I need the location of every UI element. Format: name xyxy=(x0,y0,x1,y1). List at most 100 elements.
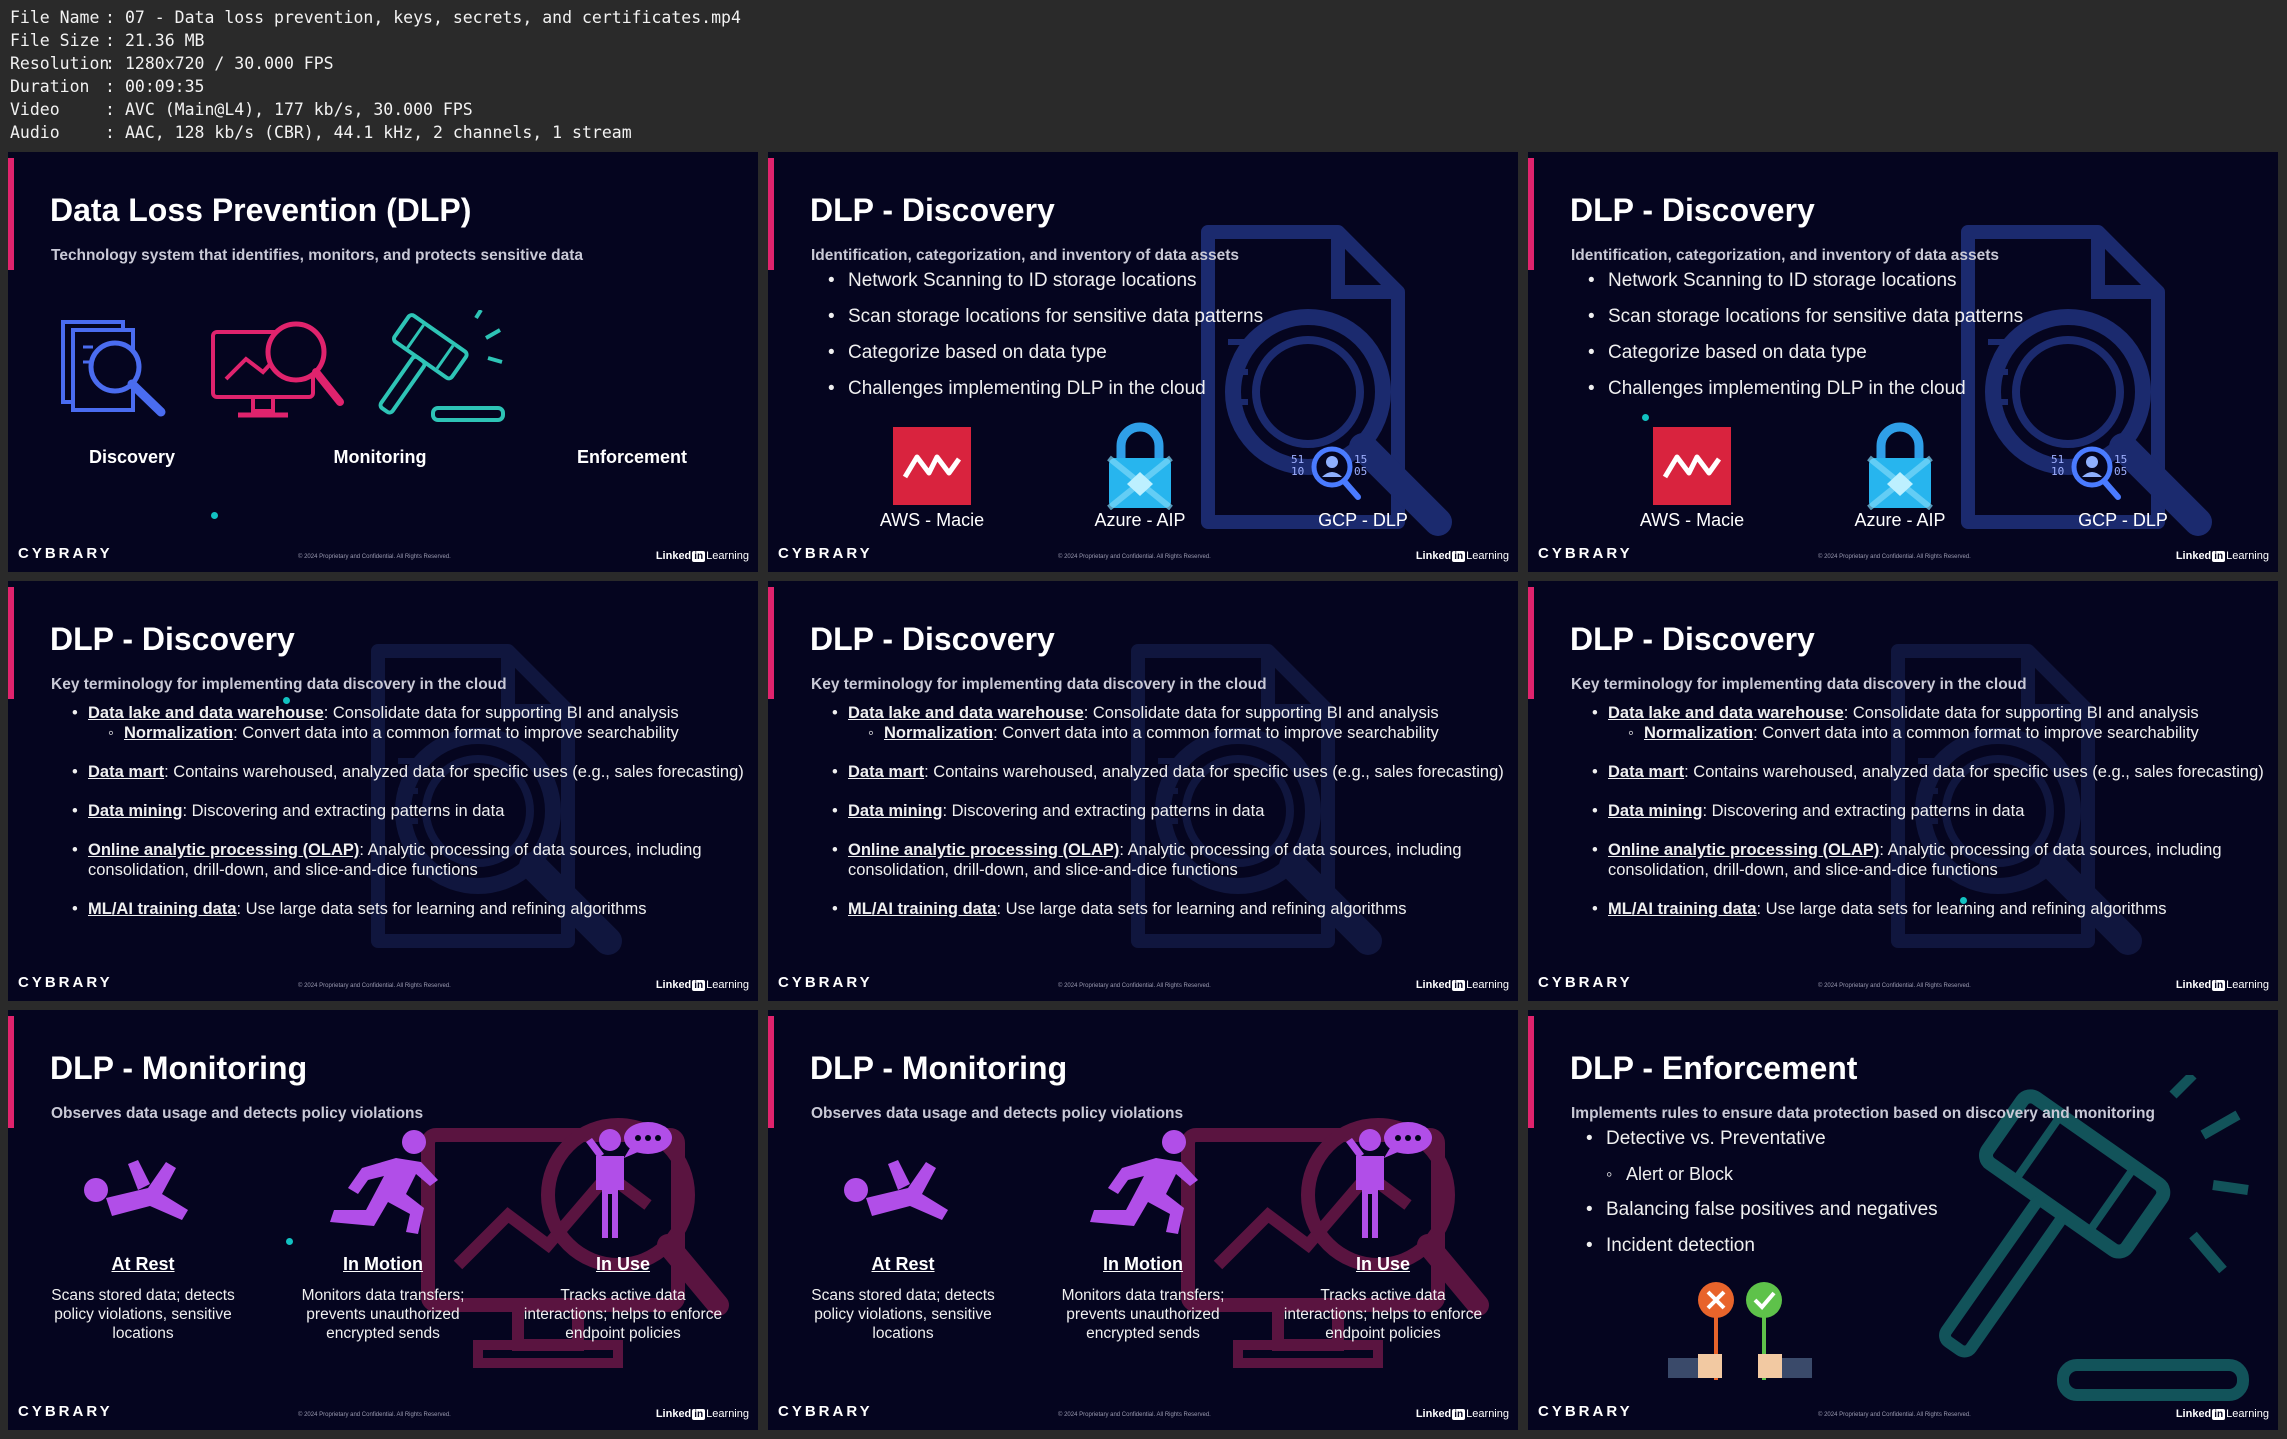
cybrary-logo: CYBRARY xyxy=(778,1403,873,1420)
monitoring-state-heading: In Motion xyxy=(1103,1254,1183,1274)
term-description: : Consolidate data for supporting BI and… xyxy=(323,704,679,722)
file-info-label: Resolution xyxy=(10,54,110,73)
linkedin-in-badge: in xyxy=(692,980,706,991)
term-description: : Contains warehoused, analyzed data for… xyxy=(164,763,744,781)
person-at-rest-icon xyxy=(78,1150,208,1230)
linkedin-learning-logo: Linked in Learning xyxy=(1416,1408,1509,1420)
slide-monitoring-1: DLP - Monitoring Observes data usage and … xyxy=(8,1010,758,1430)
term-name: Data mining xyxy=(1608,802,1703,820)
slide-title: DLP - Enforcement xyxy=(1570,1050,1858,1086)
file-info-label: Video xyxy=(10,100,60,119)
accent-bar xyxy=(768,1016,774,1128)
term-item: Data lake and data warehouse: Consolidat… xyxy=(68,703,748,743)
person-running-icon xyxy=(326,1128,456,1238)
linkedin-text: Linked xyxy=(655,550,692,562)
copyright-text: © 2024 Proprietary and Confidential. All… xyxy=(298,554,451,560)
sub-term-description: : Convert data into a common format to i… xyxy=(993,724,1439,742)
bullet-list: Detective vs. Preventative Alert or Block… xyxy=(1586,1128,1938,1271)
cybrary-logo: CYBRARY xyxy=(778,974,873,991)
term-item: ML/AI training data: Use large data sets… xyxy=(1588,899,2268,919)
bullet-list: Network Scanning to ID storage locations… xyxy=(1588,270,2023,414)
file-info-value: 00:09:35 xyxy=(125,77,205,96)
cursor-dot xyxy=(286,1238,293,1245)
enforcement-icon xyxy=(378,308,518,435)
term-name: Data lake and data warehouse xyxy=(88,704,324,722)
cybrary-logo: CYBRARY xyxy=(1538,1403,1633,1420)
sub-term-item: Normalization: Convert data into a commo… xyxy=(848,723,1508,743)
term-name: Online analytic processing (OLAP) xyxy=(848,841,1120,859)
term-name: Online analytic processing (OLAP) xyxy=(1608,841,1880,859)
monitoring-state-heading: In Use xyxy=(595,1254,651,1274)
feature-caption: Enforcement xyxy=(576,447,688,467)
file-info-row: File Name:07 - Data loss prevention, key… xyxy=(10,8,741,27)
monitoring-state-heading: In Motion xyxy=(343,1254,423,1274)
monitoring-state-description: Monitors data transfers; prevents unauth… xyxy=(301,1287,465,1342)
bullet-item: Network Scanning to ID storage locations xyxy=(1588,270,2023,292)
learning-text: Learning xyxy=(2226,1408,2269,1420)
bullet-list: Network Scanning to ID storage locations… xyxy=(828,270,1263,414)
copyright-text: © 2024 Proprietary and Confidential. All… xyxy=(298,983,451,989)
slide-subtitle: Identification, categorization, and inve… xyxy=(811,247,1240,264)
file-info-row: File Size:21.36 MB xyxy=(10,31,205,50)
sub-term-name: Normalization xyxy=(124,724,234,742)
monitoring-state-description: Tracks active data interactions; helps t… xyxy=(1283,1287,1483,1342)
term-name: Data mart xyxy=(848,763,925,781)
term-name: ML/AI training data xyxy=(88,900,237,918)
term-item: Data mart: Contains warehoused, analyzed… xyxy=(68,762,748,782)
linkedin-learning-logo: Linked in Learning xyxy=(1416,550,1509,562)
copyright-text: © 2024 Proprietary and Confidential. All… xyxy=(1058,1412,1211,1418)
monitoring-state-description: Scans stored data; detects policy violat… xyxy=(811,1287,995,1342)
linkedin-text: Linked xyxy=(1415,1408,1452,1420)
linkedin-learning-logo: Linked in Learning xyxy=(2176,979,2269,991)
sub-term-description: : Convert data into a common format to i… xyxy=(1753,724,2199,742)
monitoring-state-heading: In Use xyxy=(1355,1254,1411,1274)
slide-subtitle: Technology system that identifies, monit… xyxy=(51,247,583,264)
terminology-list: Data lake and data warehouse: Consolidat… xyxy=(68,703,748,938)
alert-block-signs-icon xyxy=(1664,1280,1824,1390)
term-name: Online analytic processing (OLAP) xyxy=(88,841,360,859)
monitoring-state-heading: At Rest xyxy=(871,1254,935,1274)
copyright-text: © 2024 Proprietary and Confidential. All… xyxy=(1818,1412,1971,1418)
term-description: : Discovering and extracting patterns in… xyxy=(182,802,505,820)
linkedin-in-badge: in xyxy=(692,1409,706,1420)
cybrary-logo: CYBRARY xyxy=(18,1403,113,1420)
linkedin-in-badge: in xyxy=(1452,1409,1466,1420)
accent-bar xyxy=(8,587,14,699)
azure-aip-icon xyxy=(1105,422,1175,511)
term-description: : Use large data sets for learning and r… xyxy=(996,900,1407,918)
accent-bar xyxy=(1528,158,1534,270)
terminology-list: Data lake and data warehouse: Consolidat… xyxy=(828,703,1508,938)
azure-aip-icon xyxy=(1865,422,1935,511)
bullet-item: Detective vs. Preventative xyxy=(1586,1128,1938,1150)
provider-label: AWS - Macie xyxy=(1639,510,1745,530)
feature-caption: Discovery xyxy=(88,447,176,467)
slide-terms-2: DLP - Discovery Key terminology for imple… xyxy=(768,581,1518,1001)
term-name: ML/AI training data xyxy=(1608,900,1757,918)
slide-title: DLP - Monitoring xyxy=(50,1050,308,1086)
slide-title: Data Loss Prevention (DLP) xyxy=(50,192,472,228)
learning-text: Learning xyxy=(1466,979,1509,991)
slide-terms-1: DLP - Discovery Key terminology for imple… xyxy=(8,581,758,1001)
term-item: Data mart: Contains warehoused, analyzed… xyxy=(1588,762,2268,782)
copyright-text: © 2024 Proprietary and Confidential. All… xyxy=(1818,983,1971,989)
sub-bullet-item: Alert or Block xyxy=(1586,1164,1938,1185)
linkedin-text: Linked xyxy=(655,1408,692,1420)
svg-text:05: 05 xyxy=(2114,465,2127,478)
accent-bar xyxy=(8,158,14,270)
cybrary-logo: CYBRARY xyxy=(1538,545,1633,562)
term-item: Data lake and data warehouse: Consolidat… xyxy=(1588,703,2268,743)
provider-label: AWS - Macie xyxy=(879,510,985,530)
file-info-row: Video: AVC (Main@L4), 177 kb/s, 30.000 FP… xyxy=(10,100,473,119)
learning-text: Learning xyxy=(1466,550,1509,562)
sub-term-description: : Convert data into a common format to i… xyxy=(233,724,679,742)
cursor-dot xyxy=(1960,897,1967,904)
linkedin-text: Linked xyxy=(2175,550,2212,562)
sub-term-name: Normalization xyxy=(1644,724,1754,742)
term-item: Data mining: Discovering and extracting … xyxy=(68,801,748,821)
monitoring-icon xyxy=(208,317,348,442)
feature-caption: Monitoring xyxy=(333,447,427,467)
term-name: Data mart xyxy=(1608,763,1685,781)
cybrary-logo: CYBRARY xyxy=(778,545,873,562)
slide-subtitle: Observes data usage and detects policy v… xyxy=(51,1105,424,1122)
file-info-label: File Name xyxy=(10,8,100,27)
